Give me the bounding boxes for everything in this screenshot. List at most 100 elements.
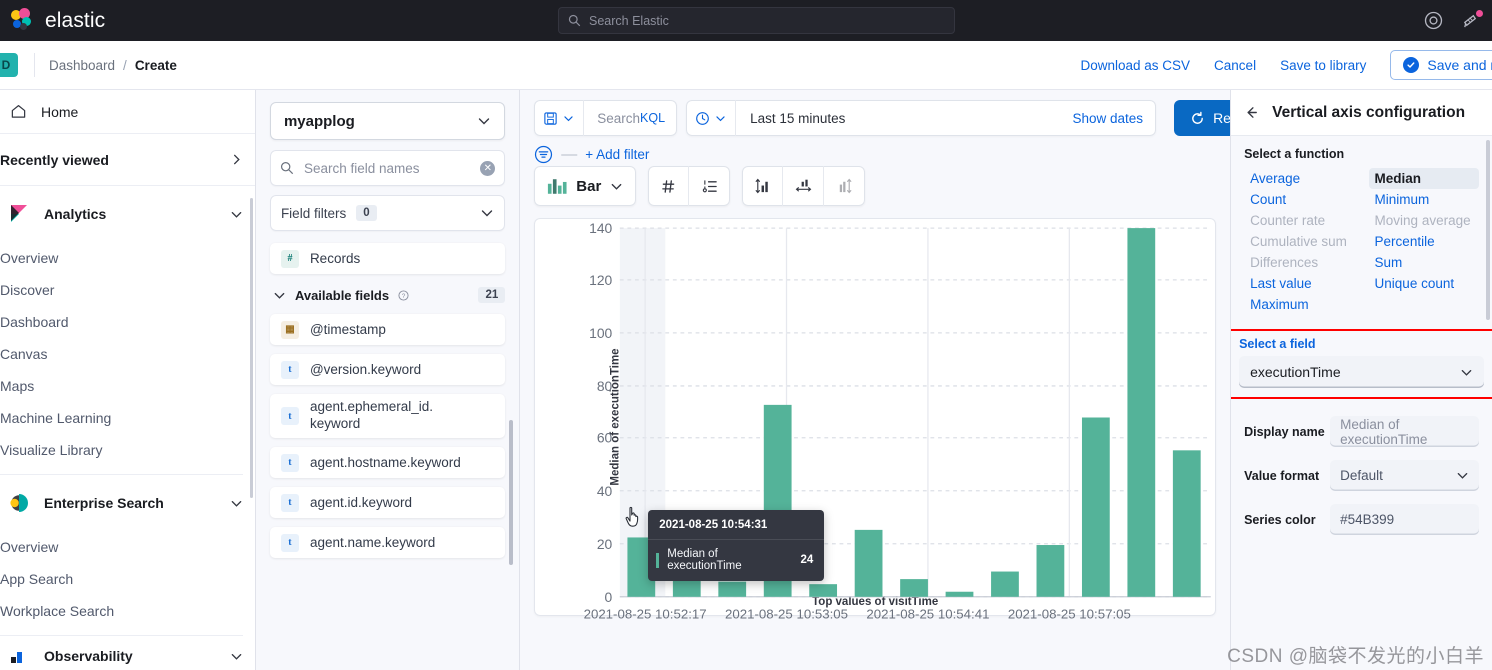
data-panel: myapplog Search field names ✕ Field filt…: [255, 90, 521, 670]
mouse-cursor-icon: [624, 506, 643, 534]
field-label: agent.id.keyword: [309, 495, 412, 510]
field-label: Records: [309, 251, 361, 266]
field-item-timestamp[interactable]: ▦ @timestamp: [269, 314, 506, 345]
string-field-icon: t: [280, 493, 299, 512]
available-fields-header[interactable]: Available fields ? 21: [270, 287, 506, 303]
function-unique-count[interactable]: Unique count: [1369, 273, 1479, 294]
config-panel-scrollbar[interactable]: [1486, 140, 1490, 320]
news-announcement-icon[interactable]: [1461, 10, 1483, 30]
cancel-button[interactable]: Cancel: [1214, 58, 1256, 73]
x-tick-0: 2021-08-25 10:52:17: [584, 606, 707, 621]
chart-toolbar: Bar: [534, 166, 1216, 206]
sidebar-recently-viewed[interactable]: Recently viewed: [0, 134, 255, 186]
metric-hash-icon[interactable]: [648, 166, 690, 206]
field-item-agent-name[interactable]: t agent.name.keyword: [269, 527, 506, 558]
string-field-icon: t: [280, 407, 299, 425]
series-color-input[interactable]: #54B399: [1330, 504, 1479, 535]
sidebar-scrollbar[interactable]: [249, 198, 253, 498]
home-icon: [11, 105, 26, 118]
function-count[interactable]: Count: [1244, 189, 1354, 210]
observability-group-label: Observability: [44, 648, 133, 664]
check-icon: [1403, 57, 1420, 73]
analytics-icon: [8, 203, 30, 225]
sidebar-group-analytics[interactable]: Analytics: [0, 186, 255, 242]
function-minimum[interactable]: Minimum: [1369, 189, 1479, 210]
function-median[interactable]: Median: [1368, 168, 1479, 189]
query-input-wrapper[interactable]: Search KQL: [534, 100, 678, 136]
notification-badge: [1476, 10, 1483, 17]
breadcrumb-dashboard[interactable]: Dashboard: [49, 58, 115, 73]
function-percentile[interactable]: Percentile: [1369, 231, 1479, 252]
sidebar-item-maps[interactable]: Maps: [0, 370, 255, 402]
sidebar-item-discover[interactable]: Discover: [0, 274, 255, 306]
sidebar-item-workplace-search[interactable]: Workplace Search: [0, 595, 255, 627]
svg-text:?: ?: [402, 292, 406, 299]
time-range-label[interactable]: Last 15 minutes: [736, 111, 1072, 126]
breadcrumb-create[interactable]: Create: [135, 58, 177, 73]
field-select-dropdown[interactable]: executionTime: [1239, 356, 1484, 388]
field-search-input[interactable]: Search field names ✕: [269, 150, 506, 186]
nav-label: Dashboard: [0, 314, 69, 330]
field-item-agent-id[interactable]: t agent.id.keyword: [269, 487, 506, 518]
field-filters-count: 0: [356, 205, 377, 221]
field-item-agent-hostname[interactable]: t agent.hostname.keyword: [269, 447, 506, 478]
sidebar-item-home[interactable]: Home: [0, 90, 255, 134]
clear-search-icon[interactable]: ✕: [480, 160, 496, 176]
string-field-icon: t: [280, 453, 299, 472]
breadcrumb-divider: [34, 53, 35, 77]
query-input[interactable]: Search: [584, 111, 640, 126]
field-item-records[interactable]: # Records: [269, 243, 506, 274]
field-filters-label: Field filters: [280, 205, 347, 221]
sidebar-item-es-overview[interactable]: Overview: [0, 531, 255, 563]
function-average[interactable]: Average: [1244, 168, 1354, 189]
download-csv-button[interactable]: Download as CSV: [1080, 58, 1190, 73]
chevron-down-icon: [564, 115, 573, 121]
show-dates-button[interactable]: Show dates: [1073, 111, 1157, 126]
function-last-value[interactable]: Last value: [1244, 273, 1354, 294]
chevron-down-icon: [1461, 369, 1472, 376]
chart-type-switcher[interactable]: Bar: [534, 166, 637, 206]
sidebar-item-app-search[interactable]: App Search: [0, 563, 255, 595]
data-panel-scrollbar[interactable]: [509, 420, 514, 565]
help-circle-icon[interactable]: [1424, 11, 1443, 30]
elastic-logo[interactable]: elastic: [0, 7, 105, 34]
chart-type-label: Bar: [576, 177, 602, 195]
horizontal-axis-icon[interactable]: [783, 166, 825, 206]
sidebar-item-overview[interactable]: Overview: [0, 242, 255, 274]
function-maximum[interactable]: Maximum: [1244, 294, 1354, 315]
value-format-select[interactable]: Default: [1330, 460, 1479, 491]
save-to-library-button[interactable]: Save to library: [1280, 58, 1366, 73]
field-filters-dropdown[interactable]: Field filters 0: [269, 195, 506, 231]
tooltip-color-swatch: [656, 552, 660, 568]
field-item-agent-ephemeral-id[interactable]: t agent.ephemeral_id. keyword: [269, 394, 506, 438]
sidebar-group-observability[interactable]: Observability: [0, 636, 255, 670]
sort-list-icon[interactable]: [689, 166, 730, 206]
svg-text:100: 100: [589, 325, 612, 341]
field-label: agent.name.keyword: [309, 535, 436, 550]
sidebar-group-enterprise-search[interactable]: Enterprise Search: [0, 475, 255, 531]
help-icon[interactable]: ?: [398, 289, 409, 301]
save-and-return-button[interactable]: Save and return: [1390, 50, 1492, 80]
sidebar-item-dashboard[interactable]: Dashboard: [0, 306, 255, 338]
function-sum[interactable]: Sum: [1369, 252, 1479, 273]
observability-icon: [8, 645, 30, 667]
sidebar-item-machine-learning[interactable]: Machine Learning: [0, 402, 255, 434]
sidebar-item-canvas[interactable]: Canvas: [0, 338, 255, 370]
nav-label: Machine Learning: [0, 410, 112, 426]
time-quick-menu[interactable]: [686, 100, 737, 136]
chevron-down-icon: [1457, 472, 1468, 479]
vertical-axis-icon[interactable]: [742, 166, 784, 206]
saved-query-menu[interactable]: [534, 100, 585, 136]
time-picker[interactable]: Last 15 minutes Show dates: [686, 100, 1157, 136]
field-item-version-keyword[interactable]: t @version.keyword: [269, 354, 506, 385]
space-badge[interactable]: D: [0, 53, 18, 77]
break-down-icon[interactable]: [824, 166, 865, 206]
global-search-input[interactable]: Search Elastic: [558, 7, 955, 34]
visualization-workspace: Bar Median of executionTime Top values o…: [520, 156, 1230, 670]
display-name-input[interactable]: Median of executionTime: [1330, 416, 1479, 447]
index-pattern-select[interactable]: myapplog: [269, 102, 506, 140]
query-language-button[interactable]: KQL: [640, 111, 677, 125]
global-search-placeholder: Search Elastic: [589, 13, 669, 28]
arrow-left-icon[interactable]: [1244, 105, 1259, 120]
sidebar-item-visualize-library[interactable]: Visualize Library: [0, 434, 255, 466]
